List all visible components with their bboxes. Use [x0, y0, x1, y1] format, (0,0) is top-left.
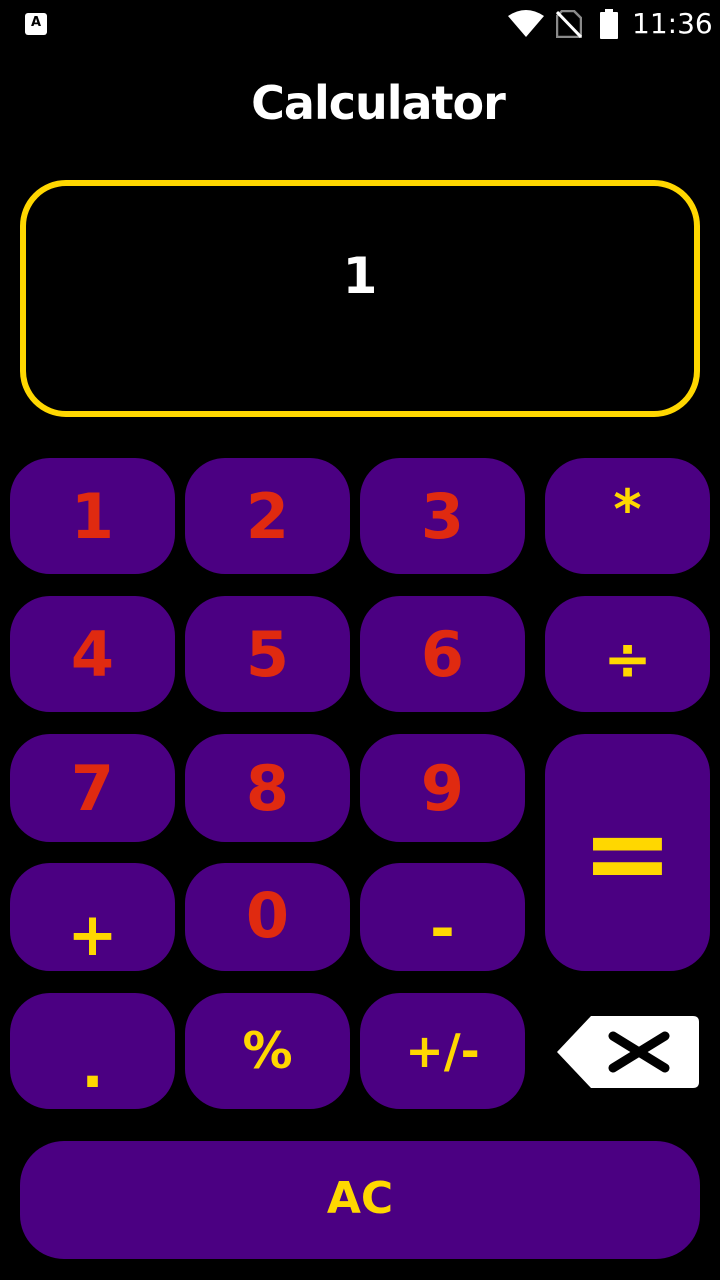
clear-button[interactable]: AC: [20, 1141, 700, 1259]
equals-label: =: [581, 789, 674, 917]
key-3-label: 3: [420, 480, 465, 553]
key-6[interactable]: 6: [360, 596, 525, 712]
sign-toggle-label: +/-: [405, 1024, 480, 1078]
key-1-label: 1: [70, 480, 115, 553]
multiply-button[interactable]: *: [545, 458, 710, 574]
plus-button[interactable]: +: [10, 863, 175, 971]
key-9-label: 9: [420, 752, 465, 825]
key-6-label: 6: [420, 618, 465, 691]
decimal-label: .: [81, 1032, 104, 1102]
key-8-label: 8: [245, 752, 290, 825]
key-7[interactable]: 7: [10, 734, 175, 842]
key-7-label: 7: [70, 752, 115, 825]
minus-label: -: [430, 894, 455, 964]
result-display: 1: [20, 180, 700, 417]
key-3[interactable]: 3: [360, 458, 525, 574]
key-5[interactable]: 5: [185, 596, 350, 712]
key-4-label: 4: [70, 618, 115, 691]
key-0[interactable]: 0: [185, 863, 350, 971]
divide-label: ÷: [603, 625, 652, 693]
status-bar: A 11:36: [0, 0, 720, 48]
calculator-screen: A 11:36 Calculator 1 1 2 3 * 4 5 6 ÷ 7 8…: [0, 0, 720, 1280]
key-2-label: 2: [245, 480, 290, 553]
key-8[interactable]: 8: [185, 734, 350, 842]
minus-button[interactable]: -: [360, 863, 525, 971]
wifi-icon: [508, 10, 544, 37]
backspace-icon[interactable]: [555, 1014, 701, 1090]
clear-label: AC: [326, 1173, 394, 1224]
percent-label: %: [242, 1022, 293, 1080]
key-0-label: 0: [245, 879, 290, 952]
key-2[interactable]: 2: [185, 458, 350, 574]
status-time: 11:36: [632, 7, 713, 40]
multiply-label: *: [613, 478, 642, 541]
page-title: Calculator: [251, 76, 506, 130]
decimal-button[interactable]: .: [10, 993, 175, 1109]
sign-toggle-button[interactable]: +/-: [360, 993, 525, 1109]
key-1[interactable]: 1: [10, 458, 175, 574]
key-9[interactable]: 9: [360, 734, 525, 842]
key-5-label: 5: [245, 618, 290, 691]
plus-label: +: [67, 900, 118, 970]
divide-button[interactable]: ÷: [545, 596, 710, 712]
app-notification-icon: A: [25, 13, 47, 35]
no-sim-icon: [556, 10, 582, 38]
battery-icon: [600, 9, 618, 39]
percent-button[interactable]: %: [185, 993, 350, 1109]
display-value: 1: [342, 247, 378, 305]
equals-button[interactable]: =: [545, 734, 710, 971]
key-4[interactable]: 4: [10, 596, 175, 712]
